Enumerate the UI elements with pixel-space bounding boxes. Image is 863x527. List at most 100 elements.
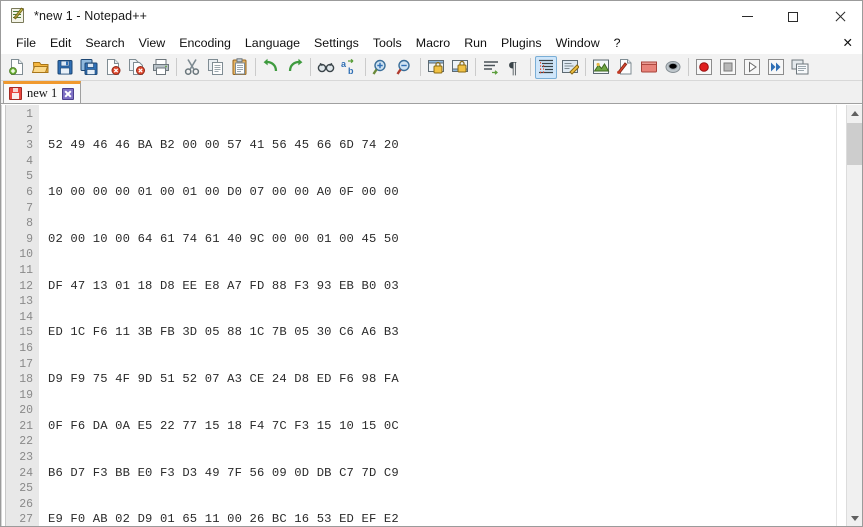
close-window-button[interactable]	[816, 1, 862, 32]
line-number: 25	[19, 482, 33, 496]
tab-close-icon[interactable]	[62, 87, 75, 100]
sync-horizontal-scroll-button[interactable]	[449, 56, 471, 79]
stop-recording-macro-button[interactable]	[717, 56, 739, 79]
vertical-scrollbar-track[interactable]	[847, 121, 862, 510]
show-folder-as-workspace-button[interactable]	[638, 56, 660, 79]
show-folder-as-workspace-icon	[641, 61, 657, 73]
print-button[interactable]	[150, 56, 172, 79]
redo-button[interactable]	[284, 56, 306, 79]
paste-button[interactable]	[229, 56, 251, 79]
copy-button[interactable]	[205, 56, 227, 79]
line-number: 12	[19, 279, 33, 293]
menu-search[interactable]: Search	[78, 34, 131, 53]
play-macro-button[interactable]	[741, 56, 763, 79]
start-recording-macro-button[interactable]	[693, 56, 715, 79]
toolbar-separator	[255, 58, 256, 76]
open-file-button[interactable]	[30, 56, 52, 79]
line-number: 26	[19, 497, 33, 511]
undo-button[interactable]	[260, 56, 282, 79]
word-wrap-button[interactable]	[480, 56, 502, 79]
line-number: 4	[26, 154, 33, 168]
show-all-characters-button[interactable]: ¶	[504, 56, 526, 79]
minimize-button[interactable]	[724, 1, 770, 32]
notepad-plus-plus-window: *new 1 - Notepad++ File Edit Search View…	[0, 0, 863, 527]
scroll-up-button[interactable]	[847, 105, 862, 121]
zoom-out-button[interactable]	[394, 56, 416, 79]
menu-help[interactable]: ?	[607, 34, 628, 53]
cut-button[interactable]	[181, 56, 203, 79]
line-number: 15	[19, 326, 33, 340]
line-number: 9	[26, 232, 33, 246]
sync-vertical-scroll-button[interactable]	[425, 56, 447, 79]
code-text-area[interactable]: 52 49 46 46 BA B2 00 00 57 41 56 45 66 6…	[39, 105, 836, 526]
toolbar-separator	[688, 58, 689, 76]
play-macro-multiple-times-button[interactable]	[765, 56, 787, 79]
find-icon	[317, 62, 335, 73]
close-file-button[interactable]	[102, 56, 124, 79]
menu-macro[interactable]: Macro	[409, 34, 457, 53]
title-bar: *new 1 - Notepad++	[1, 1, 862, 32]
code-line: 02 00 10 00 64 61 74 61 40 9C 00 00 01 0…	[48, 231, 399, 246]
save-button[interactable]	[54, 56, 76, 79]
monitoring-button[interactable]	[662, 56, 684, 79]
scroll-down-button[interactable]	[847, 510, 862, 526]
maximize-icon	[788, 11, 798, 22]
line-number: 8	[26, 217, 33, 231]
toolbar-separator	[420, 58, 421, 76]
menu-tools[interactable]: Tools	[366, 34, 409, 53]
show-document-map-button[interactable]	[590, 56, 612, 79]
menu-encoding[interactable]: Encoding	[172, 34, 238, 53]
menu-view[interactable]: View	[132, 34, 173, 53]
line-number: 20	[19, 404, 33, 418]
line-number: 10	[19, 248, 33, 262]
code-line: E9 F0 AB 02 D9 01 65 11 00 26 BC 16 53 E…	[48, 512, 399, 526]
save-all-button[interactable]	[78, 56, 100, 79]
code-line: DF 47 13 01 18 D8 EE E8 A7 FD 88 F3 93 E…	[48, 278, 399, 293]
line-number: 14	[19, 310, 33, 324]
minimize-icon	[741, 16, 753, 17]
toolbar-separator	[365, 58, 366, 76]
line-number-gutter: 1 2 3 4 5 6 7 8 9 10 11 12 13 14 15 16 1…	[6, 105, 39, 526]
new-file-button[interactable]	[6, 56, 28, 79]
zoom-in-button[interactable]	[370, 56, 392, 79]
menu-edit[interactable]: Edit	[43, 34, 78, 53]
notepad-plus-plus-icon	[10, 7, 26, 24]
code-line: 0F F6 DA 0A E5 22 77 15 18 F4 7C F3 15 1…	[48, 418, 399, 433]
menu-file[interactable]: File	[9, 34, 43, 53]
show-indent-guide-button[interactable]	[535, 55, 557, 79]
save-current-recorded-macro-icon	[791, 59, 809, 75]
user-defined-language-button[interactable]	[559, 56, 581, 79]
close-document-button[interactable]: ✕	[843, 35, 853, 51]
line-number: 6	[26, 185, 33, 199]
tab-bar: new 1	[1, 81, 862, 104]
menu-window[interactable]: Window	[549, 34, 607, 53]
code-line: B6 D7 F3 BB E0 F3 D3 49 7F 56 09 0D DB C…	[48, 465, 399, 480]
menu-settings[interactable]: Settings	[307, 34, 366, 53]
close-all-files-icon	[129, 59, 145, 75]
close-all-files-button[interactable]	[126, 56, 148, 79]
show-all-characters-icon: ¶	[509, 58, 517, 76]
line-number: 7	[26, 201, 33, 215]
maximize-button[interactable]	[770, 1, 816, 32]
copy-icon	[208, 59, 223, 75]
replace-icon: a b	[341, 58, 354, 76]
save-current-recorded-macro-button[interactable]	[789, 56, 811, 79]
undo-icon	[263, 58, 278, 72]
toolbar-separator	[585, 58, 586, 76]
line-number: 16	[19, 341, 33, 355]
show-document-map-icon	[593, 59, 610, 74]
toolbar-separator	[530, 58, 531, 76]
window-title: *new 1 - Notepad++	[34, 9, 147, 23]
vertical-scrollbar[interactable]	[846, 105, 862, 526]
line-number: 1	[26, 108, 33, 121]
tab-new-1[interactable]: new 1	[3, 81, 82, 103]
line-number: 22	[19, 435, 33, 449]
menu-run[interactable]: Run	[457, 34, 494, 53]
redo-icon	[288, 58, 303, 72]
replace-button[interactable]: a b	[339, 56, 361, 79]
menu-language[interactable]: Language	[238, 34, 307, 53]
show-function-list-button[interactable]	[614, 56, 636, 79]
vertical-scrollbar-thumb[interactable]	[847, 123, 862, 165]
menu-plugins[interactable]: Plugins	[494, 34, 549, 53]
find-button[interactable]	[315, 56, 337, 79]
